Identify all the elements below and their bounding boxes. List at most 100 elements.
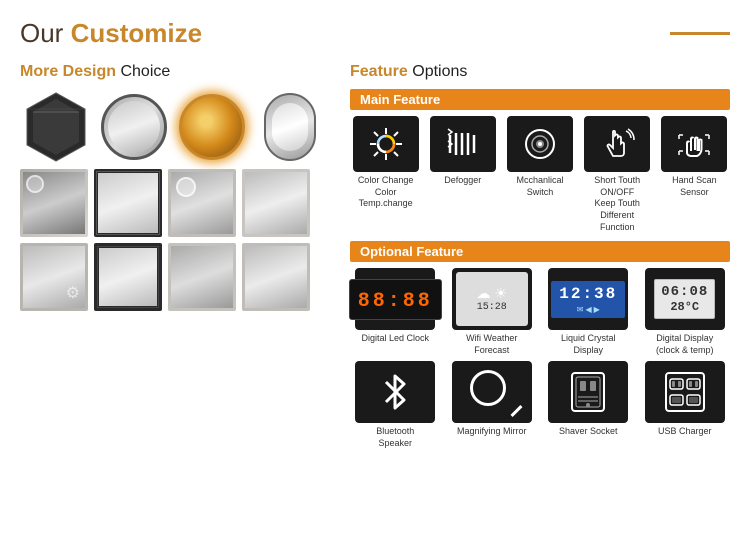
header-line [670,32,730,35]
magnify-handle [510,405,522,417]
shaver-svg [568,369,608,415]
lcd-label: Liquid Crystal Display [553,333,623,356]
feature-magnify: Magnifying Mirror [447,361,538,449]
feature-touch: Short Touth ON/OFFKeep Touth DifferentFu… [582,116,653,233]
feature-bluetooth: Bluetooth Speaker [350,361,441,449]
feature-digital-clock: 88:88 Digital Led Clock [350,268,441,356]
page-title: Our Customize [20,18,202,49]
hex-svg [23,91,89,163]
mirror-rect-1 [20,169,88,237]
lcd-time: 12:38 [559,285,617,303]
mirror-circle-lit [176,91,248,163]
usb-icon [645,361,725,423]
feature-title-feature: Feature [350,63,408,80]
digital2-display-box: 06:08 28°C [654,279,715,319]
mirror-oval [254,91,326,163]
feature-usb: USB Charger [640,361,731,449]
mirror-rect-8 [242,243,310,311]
usb-label: USB Charger [658,426,712,438]
feature-section-title: Feature Options [350,63,730,81]
optional-icons-row1: 88:88 Digital Led Clock ☁ ☀ [350,268,730,356]
digital-display2-label: Digital Display(clock & temp) [656,333,714,356]
left-column: More Design Choice [20,63,330,457]
mirror-rect-4 [242,169,310,237]
weather-time: 15:28 [477,302,507,313]
bluetooth-svg [378,372,412,412]
mirror-rect-5: ⚙ [20,243,88,311]
feature-digital-display2: 06:08 28°C Digital Display(clock & temp) [640,268,731,356]
design-section-title: More Design Choice [20,63,330,81]
mirror-hexagon [20,91,92,163]
magnify-label: Magnifying Mirror [457,426,527,438]
circle-mirror-box [101,94,167,160]
hand-scan-label: Hand Scan Sensor [659,175,729,198]
lcd-icon1: ✉ [577,305,584,314]
magnify-container [470,370,514,414]
mirror-circle-plain [98,91,170,163]
shaver-icon [548,361,628,423]
clock-display: 88:88 [349,279,442,320]
usb-svg [664,369,706,415]
design-title-more: More Des [20,63,92,80]
cloud-icon: ☁ [476,285,490,302]
title-our: Our [20,18,71,48]
magnify-icon [452,361,532,423]
feature-shaver: Shaver Socket [543,361,634,449]
defogger-label: Defogger [444,175,481,187]
bluetooth-label: Bluetooth Speaker [360,426,430,449]
feature-title-options: Options [408,63,468,80]
color-change-icon [353,116,419,172]
digital2-temp: 28°C [661,300,708,314]
main-feature-icons: Color ChangeColor Temp.change [350,116,730,233]
feature-color-change: Color ChangeColor Temp.change [350,116,421,233]
oval-mirror-box [264,93,316,161]
optional-feature-label: Optional Feature [350,241,730,262]
lcd-icon3: ▶ [594,305,600,314]
wifi-weather-label: Wifi Weather Forecast [457,333,527,356]
switch-label: McchanlicalSwitch [516,175,563,198]
mirror-row-1 [20,91,330,163]
right-column: Feature Options Main Feature [350,63,730,457]
page: Our Customize More Design Choice [0,0,750,536]
design-title-ign: ig [92,63,106,80]
digital-led-clock-icon: 88:88 [355,268,435,330]
wifi-weather-icon: ☁ ☀ 15:28 [452,268,532,330]
magnify-circle-element [470,370,506,406]
shaver-label: Shaver Socket [559,426,618,438]
feature-lcd: 12:38 ✉ ◀ ▶ Liquid Crystal Display [543,268,634,356]
switch-svg [521,125,559,163]
digital-display2-icon: 06:08 28°C [645,268,725,330]
switch-icon [507,116,573,172]
lcd-icon: 12:38 ✉ ◀ ▶ [548,268,628,330]
mirror-rect-2 [94,169,162,237]
defog-svg [444,125,482,163]
color-change-label: Color ChangeColor Temp.change [351,175,421,210]
title-customize: Customize [71,18,202,48]
feature-switch: McchanlicalSwitch [504,116,575,233]
touch-icon [584,116,650,172]
digital2-time: 06:08 [661,284,708,300]
mirror-rect-3 [168,169,236,237]
mirror-row-2 [20,169,330,237]
lcd-icons-row: ✉ ◀ ▶ [559,305,617,314]
sun-icon: ☀ [494,285,507,302]
optional-icons-row2: Bluetooth Speaker Magnifying Mirror [350,361,730,449]
circle-lit-box [179,94,245,160]
clock-text: 88:88 [358,290,433,313]
digital-clock-label: Digital Led Clock [361,333,429,345]
hand-scan-icon [661,116,727,172]
hand-svg [675,125,713,163]
mirror-rect-7 [168,243,236,311]
optional-feature-section: Optional Feature 88:88 Digital Led Clock [350,241,730,449]
header: Our Customize [20,18,730,49]
main-content: More Design Choice [20,63,730,457]
lcd-display-box: 12:38 ✉ ◀ ▶ [551,281,625,318]
touch-svg [599,126,635,162]
weather-icons: ☁ ☀ [476,285,507,302]
design-title-n: n [106,63,116,80]
main-feature-label: Main Feature [350,89,730,110]
mirror-rect-6 [94,243,162,311]
feature-hand-scan: Hand Scan Sensor [659,116,730,233]
feature-defogger: Defogger [427,116,498,233]
feature-wifi-weather: ☁ ☀ 15:28 Wifi Weather Forecast [447,268,538,356]
